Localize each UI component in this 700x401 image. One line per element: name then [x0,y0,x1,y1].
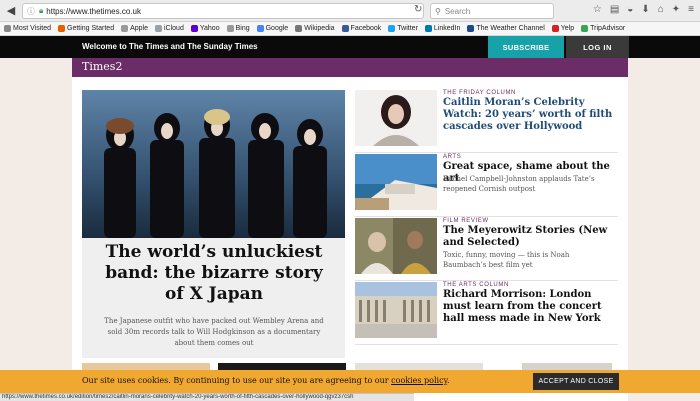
hero-card[interactable]: The world’s unluckiest band: the bizarre… [82,90,345,358]
star-icon[interactable]: ☆ [593,4,602,15]
reading-list-icon[interactable]: ▤ [610,4,619,15]
home-icon[interactable]: ⌂ [658,4,664,15]
article-item[interactable]: THE FRIDAY COLUMN Caitlin Moran’s Celebr… [355,90,618,153]
bookmark-item[interactable]: Getting Started [58,25,114,32]
bookmark-item[interactable]: The Weather Channel [467,25,545,32]
bookmark-icon [551,25,559,32]
status-bar: https://www.thetimes.co.uk/edition/times… [0,393,414,401]
back-icon[interactable]: ◀ [4,4,18,18]
hero-description: The Japanese outfit who have packed out … [104,317,324,347]
article-item[interactable]: THE ARTS COLUMN Richard Morrison: London… [355,282,618,345]
article-kicker: THE FRIDAY COLUMN [443,90,516,96]
article-headline[interactable]: The Meyerowitz Stories (New and Selected… [443,225,617,249]
bookmark-item[interactable]: Twitter [388,25,418,32]
bookmark-icon [121,25,129,32]
article-standfirst: Rachel Campbell-Johnston applauds Tate’s… [443,175,595,193]
bookmarks-bar: Most Visited Getting Started Apple iCloud Ya… [0,22,700,36]
bookmark-icon [424,25,432,32]
toolbar-icons: ☆ ▤ ◒ ⬇ ⌂ ✦ ≡ [593,4,694,15]
bookmark-icon [256,25,264,32]
welcome-text: Welcome to The Times and The Sunday Time… [82,42,258,51]
bookmark-item[interactable]: Yelp [551,25,575,32]
bookmark-item[interactable]: TripAdvisor [581,25,625,32]
reload-icon[interactable]: ↻ [414,4,422,15]
bookmark-icon [581,25,589,32]
article-kicker: ARTS [443,154,462,160]
browser-toolbar: ◀ ⓘ 🔒︎ https://www.thetimes.co.uk ↻ ⚲ Se… [0,0,700,22]
download-icon[interactable]: ⬇ [641,4,649,15]
section-bar: Times2 [72,58,628,77]
info-icon[interactable]: ⓘ [27,6,35,17]
bookmark-icon [190,25,198,32]
bookmark-item[interactable]: Apple [121,25,148,32]
bookmark-item[interactable]: LinkedIn [424,25,461,32]
cookie-banner: Our site uses cookies. By continuing to … [0,370,700,393]
search-icon: ⚲ [435,6,441,16]
bookmark-label: Most Visited [13,25,51,32]
cookie-text-end: . [447,376,450,385]
bookmark-item[interactable]: Google [256,25,289,32]
cookie-policy-link[interactable]: cookies policy [391,376,447,385]
article-headline[interactable]: Caitlin Moran’s Celebrity Watch: 20 year… [443,97,617,133]
bookmark-label: Wikipedia [304,25,335,32]
pocket-icon[interactable]: ◒ [627,4,633,15]
subscribe-button[interactable]: SUBSCRIBE [488,36,564,58]
bookmark-icon [226,25,234,32]
hero-title[interactable]: The world’s unluckiest band: the bizarre… [96,242,332,305]
cookie-message: Our site uses cookies. By continuing to … [82,376,450,385]
article-standfirst: Toxic, funny, moving — this is Noah Baum… [443,251,570,269]
bookmark-label: Bing [235,25,250,32]
article-thumbnail[interactable] [355,282,437,338]
menu-icon[interactable]: ≡ [688,4,694,15]
article-kicker: FILM REVIEW [443,218,489,224]
bookmark-label: Getting Started [67,25,115,32]
url-field[interactable]: ⓘ 🔒︎ https://www.thetimes.co.uk [22,3,424,19]
hero-image[interactable] [82,90,345,238]
url-text: https://www.thetimes.co.uk [46,6,141,16]
bookmark-item[interactable]: iCloud [155,25,184,32]
bookmark-icon [467,25,475,32]
article-kicker: THE ARTS COLUMN [443,282,509,288]
article-thumbnail[interactable] [355,90,437,146]
bookmark-label: Yahoo [199,25,220,32]
bookmark-icon [58,25,65,32]
bookmark-item[interactable]: Bing [226,25,250,32]
bookmark-label: The Weather Channel [476,25,545,32]
main-content: The world’s unluckiest band: the bizarre… [72,77,628,401]
bookmark-icon [388,25,396,32]
bookmark-item[interactable]: Most Visited [4,25,51,32]
article-item[interactable]: FILM REVIEW The Meyerowitz Stories (New … [355,218,618,281]
cookie-text: Our site uses cookies. By continuing to … [82,376,392,385]
site-header: Welcome to The Times and The Sunday Time… [0,36,700,58]
bookmark-item[interactable]: Facebook [341,25,382,32]
bookmark-label: Yelp [560,25,575,32]
article-thumbnail[interactable] [355,218,437,274]
article-item[interactable]: ARTS Great space, shame about the art Ra… [355,154,618,217]
bookmark-icon [295,25,303,32]
article-thumbnail[interactable] [355,154,437,210]
bookmark-label: Google [265,25,289,32]
bookmark-label: Apple [130,25,148,32]
search-input[interactable]: ⚲ Search [430,3,554,19]
bookmark-label: LinkedIn [433,25,461,32]
bookmark-label: TripAdvisor [590,25,626,32]
bookmark-item[interactable]: Yahoo [190,25,220,32]
bookmark-icon [155,25,162,32]
section-title[interactable]: Times2 [82,60,122,73]
bookmark-label: Facebook [350,25,382,32]
bookmark-item[interactable]: Wikipedia [295,25,335,32]
accept-cookies-button[interactable]: ACCEPT AND CLOSE [533,373,619,390]
login-button[interactable]: LOG IN [566,36,629,58]
article-headline[interactable]: Richard Morrison: London must learn from… [443,289,617,325]
bookmark-icon [4,25,11,32]
bookmark-label: iCloud [164,25,184,32]
search-placeholder: Search [444,6,471,16]
bookmark-label: Twitter [397,25,418,32]
extension-icon[interactable]: ✦ [672,4,680,15]
lock-icon: 🔒︎ [39,6,44,15]
bookmark-icon [341,25,349,32]
